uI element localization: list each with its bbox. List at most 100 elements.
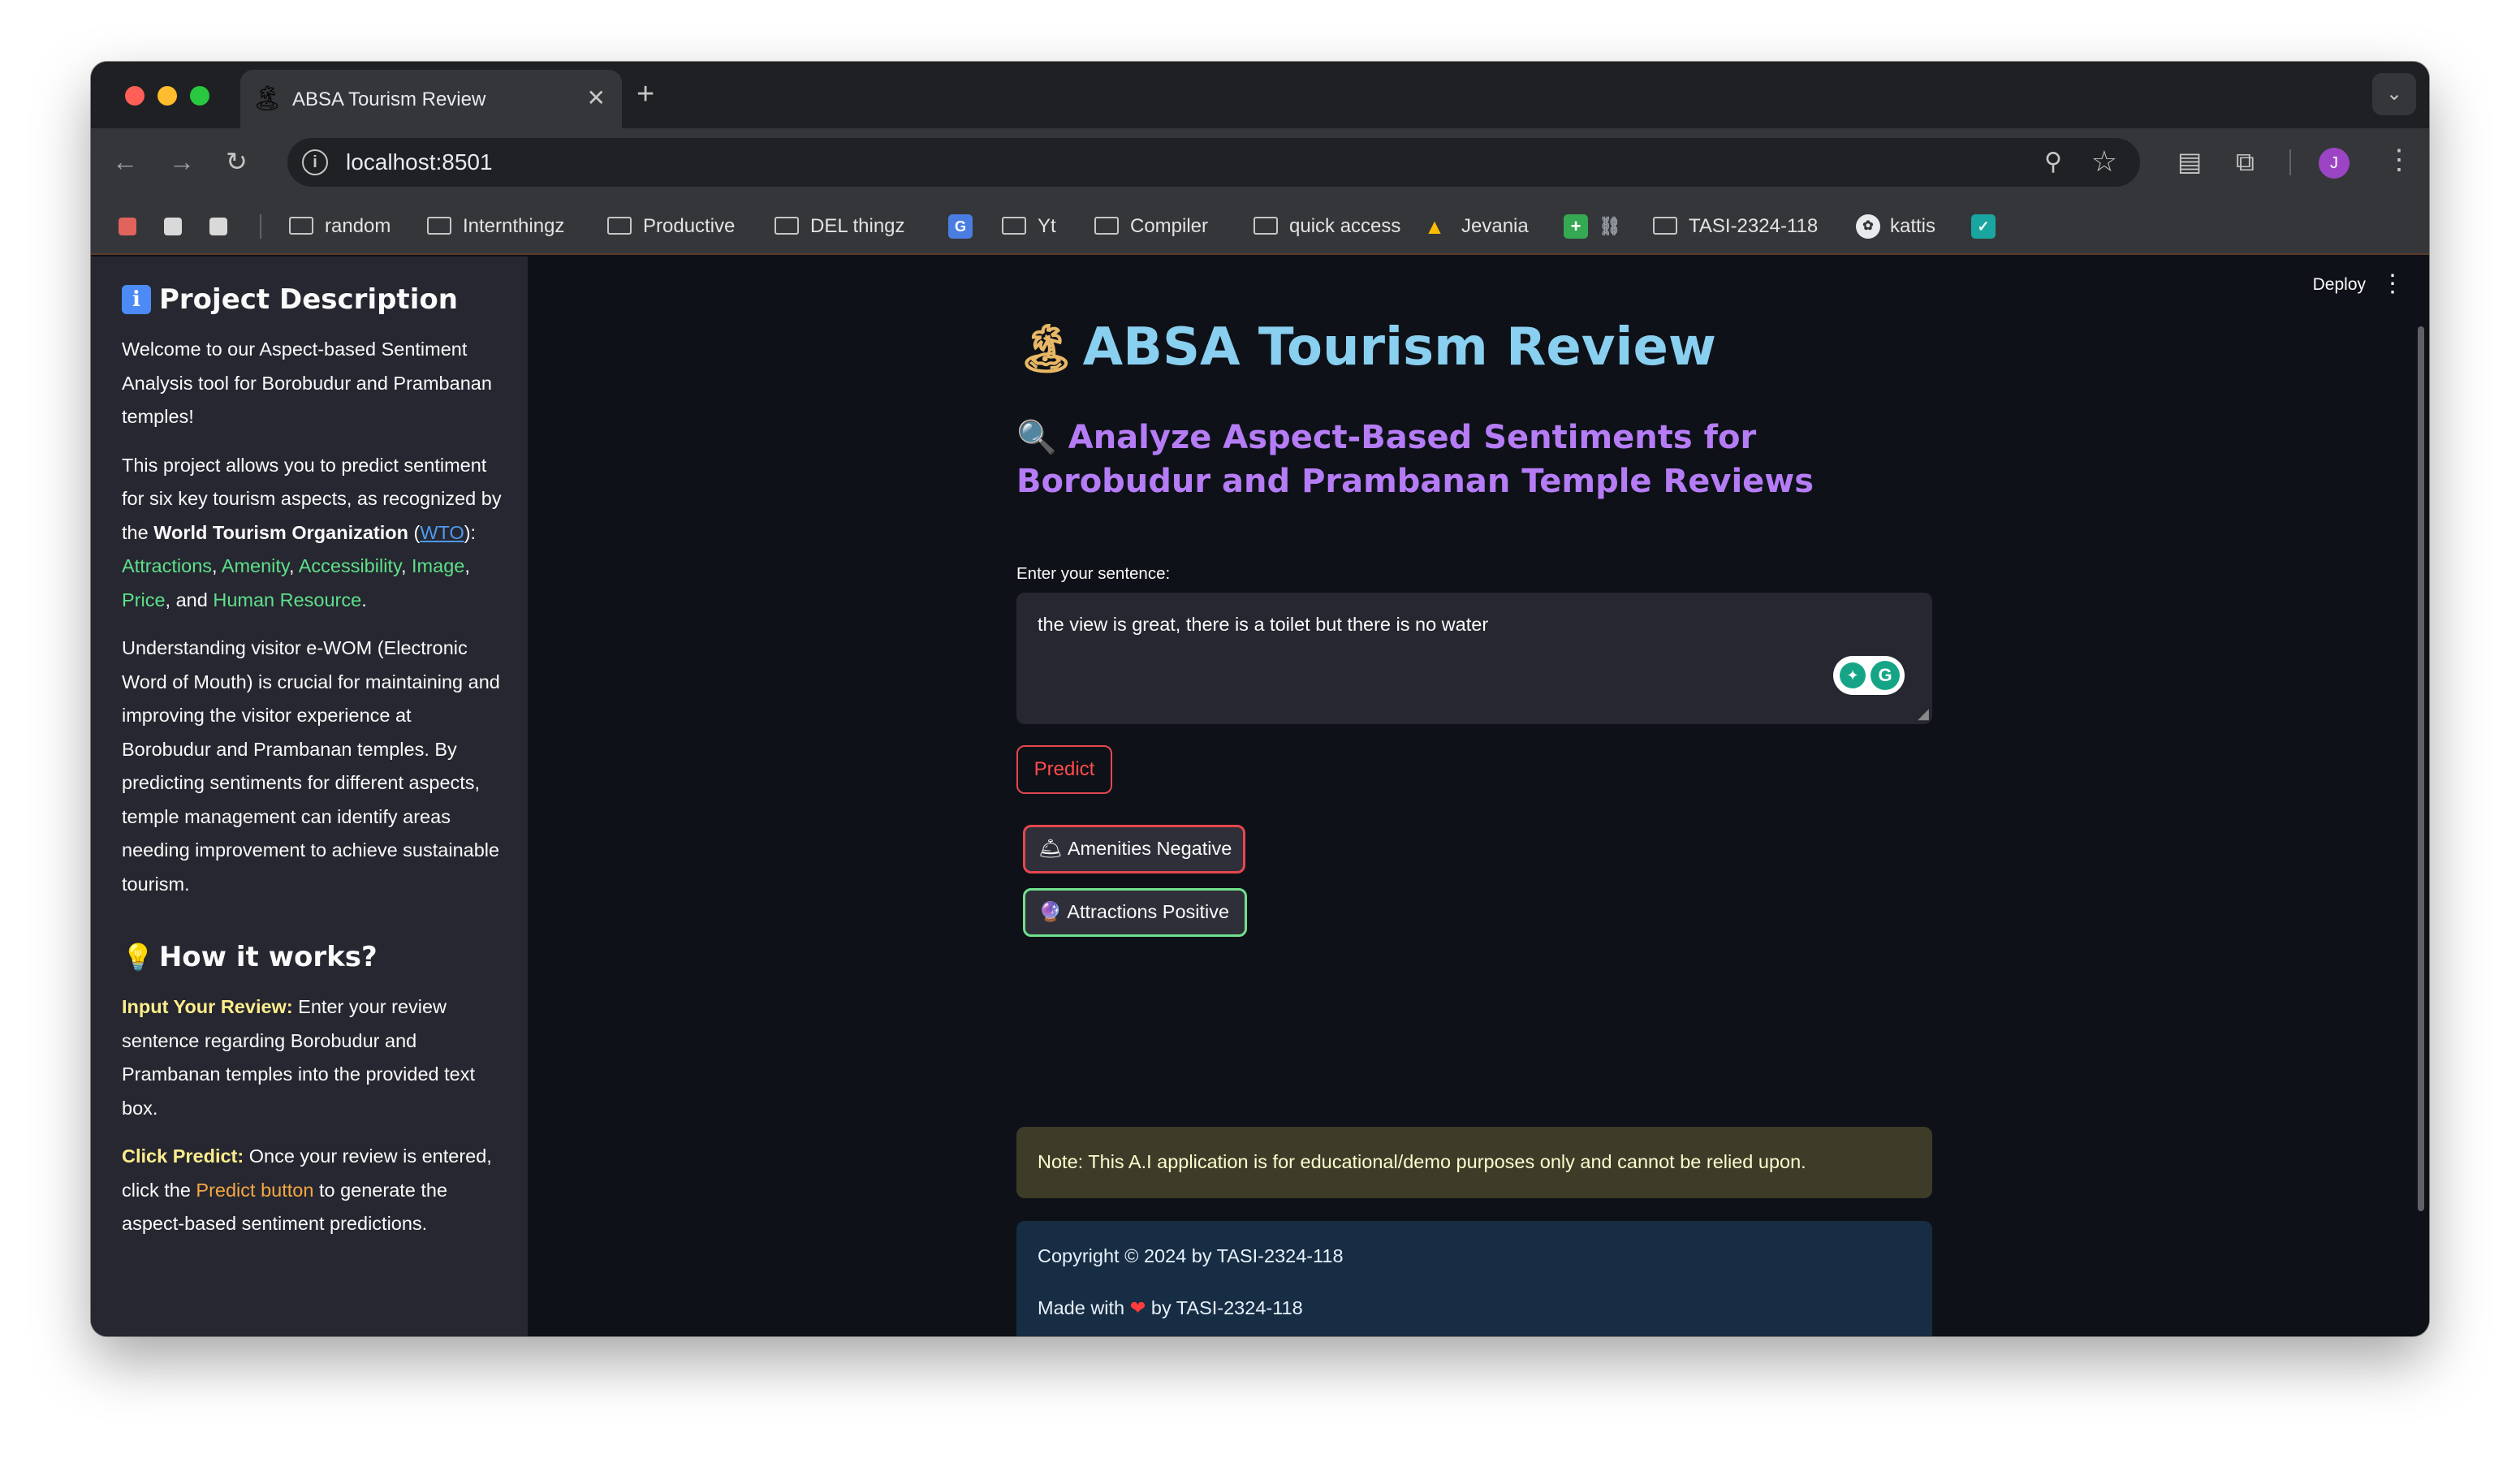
bookmark-app-icon-white[interactable] (164, 218, 182, 235)
bookmark-label: random (325, 215, 391, 237)
tab-search-button[interactable]: ⌄ (2372, 73, 2416, 115)
project-description-heading: i Project Description (122, 281, 503, 318)
bookmark-folder-productive[interactable]: Productive (607, 214, 735, 239)
intro-paragraph: Welcome to our Aspect-based Sentiment An… (122, 339, 492, 427)
google-drive-icon: ▲ (1424, 214, 1445, 239)
bookmark-label: Productive (643, 215, 736, 237)
reload-icon[interactable]: ↻ (226, 145, 248, 179)
bookmark-folder-tasi[interactable]: TASI-2324-118 (1653, 214, 1818, 239)
sentence-textarea[interactable]: the view is great, there is a toilet but… (1016, 593, 1932, 724)
result-label: Attractions Positive (1067, 901, 1230, 922)
lightbulb-icon: 💡 (122, 942, 154, 973)
magnifier-icon: 🔍 (1016, 419, 1057, 456)
predict-button-reference: Predict button (196, 1179, 314, 1201)
bookmark-app-icon-gray[interactable] (209, 218, 227, 235)
folder-icon (1254, 217, 1278, 235)
kattis-icon: ✿ (1856, 214, 1880, 239)
bookmark-label: DEL thingz (810, 215, 905, 237)
result-label: Amenities Negative (1067, 838, 1232, 859)
close-window-button[interactable] (125, 86, 145, 106)
bell-icon: 🛎 (1038, 838, 1063, 859)
heading-text: Project Description (159, 283, 458, 316)
made-with-line: Made with ❤ by TASI-2324-118 (1038, 1296, 1303, 1320)
predict-button[interactable]: Predict (1016, 745, 1112, 794)
site-info-icon[interactable]: i (302, 149, 328, 175)
step-input-review: Input Your Review: Enter your review sen… (122, 990, 503, 1125)
folder-icon (1094, 217, 1119, 235)
zoom-icon[interactable]: ⚲ (2044, 148, 2062, 177)
bookmark-divider (260, 214, 261, 239)
ewom-paragraph: Understanding visitor e-WOM (Electronic … (122, 637, 500, 895)
result-amenities-negative[interactable]: 🛎 Amenities Negative (1023, 825, 1245, 874)
aspects-paragraph: This project allows you to predict senti… (122, 454, 502, 610)
step-label: Click Predict: (122, 1145, 244, 1167)
bookmark-app-icon-red[interactable] (119, 218, 136, 235)
browser-toolbar: ← → ↻ i localhost:8501 ⚲ ☆ ▤ ⧉ J ⋮ (91, 128, 2429, 195)
extensions-icon[interactable]: ⧉ (2236, 145, 2255, 179)
address-bar[interactable]: i localhost:8501 ⚲ ☆ (287, 138, 2140, 187)
island-icon: 🏝 (252, 85, 283, 112)
browser-menu-icon[interactable]: ⋮ (2385, 143, 2413, 177)
disclaimer-note: Note: This A.I application is for educat… (1016, 1127, 1932, 1198)
reading-list-icon[interactable]: ▤ (2177, 145, 2202, 179)
result-attractions-positive[interactable]: 🔮 Attractions Positive (1023, 888, 1247, 937)
google-translate-icon[interactable]: G (948, 214, 973, 239)
page-subtitle: 🔍 Analyze Aspect-Based Sentiments for Bo… (1016, 416, 1932, 503)
bookmark-label: TASI-2324-118 (1689, 215, 1819, 237)
footer-info: Copyright © 2024 by TASI-2324-118 Made w… (1016, 1221, 1932, 1336)
code-editor-icon[interactable]: ✓ (1971, 214, 1996, 239)
page-scrollbar[interactable] (2418, 326, 2424, 1211)
aspect-image: Image (412, 555, 465, 576)
bookmark-folder-quick-access[interactable]: quick access (1254, 214, 1400, 239)
maximize-window-button[interactable] (190, 86, 209, 106)
made-by-text: by TASI-2324-118 (1146, 1297, 1303, 1318)
bookmark-folder-random[interactable]: random (289, 214, 391, 239)
heart-icon: ❤ (1129, 1297, 1146, 1318)
sentence-input-value[interactable]: the view is great, there is a toilet but… (1038, 612, 1488, 636)
link-icon[interactable]: ⛓ (1598, 214, 1622, 239)
tab-close-icon[interactable]: ✕ (587, 84, 606, 112)
bookmarks-bar: random Internthingz Productive DEL thing… (91, 195, 2429, 255)
disclaimer-text: Note: This A.I application is for educat… (1038, 1151, 1806, 1172)
copyright-text: Copyright © 2024 by TASI-2324-118 (1038, 1245, 1344, 1266)
aspect-human-resource: Human Resource (213, 589, 362, 610)
wto-org-text: World Tourism Organization (153, 521, 408, 543)
lightbulb-icon[interactable]: ✦ (1840, 662, 1866, 688)
aspect-price: Price (122, 589, 166, 610)
browser-tab-active[interactable]: 🏝 ABSA Tourism Review ✕ (240, 70, 622, 128)
app-menu-icon[interactable]: ⋮ (2380, 271, 2405, 297)
folder-icon (775, 217, 799, 235)
new-tab-button[interactable]: + (636, 76, 654, 112)
bookmark-label: kattis (1890, 215, 1936, 237)
page-title: 🏝 ABSA Tourism Review (1016, 315, 1716, 381)
wto-link[interactable]: WTO (420, 522, 464, 543)
streamlit-page: i Project Description Welcome to our Asp… (91, 257, 2429, 1336)
profile-avatar[interactable]: J (2319, 148, 2350, 179)
forward-icon[interactable]: → (169, 145, 195, 179)
bookmark-folder-del-thingz[interactable]: DEL thingz (775, 214, 905, 239)
back-icon[interactable]: ← (112, 145, 138, 179)
google-sheets-icon[interactable]: + (1564, 214, 1588, 239)
grammarly-widget[interactable]: ✦ G (1833, 656, 1905, 695)
bookmark-label: quick access (1289, 215, 1401, 237)
tab-strip: 🏝 ABSA Tourism Review ✕ + ⌄ (91, 62, 2429, 128)
bookmark-kattis[interactable]: kattis (1890, 214, 1935, 239)
bookmark-star-icon[interactable]: ☆ (2091, 145, 2117, 179)
minimize-window-button[interactable] (158, 86, 177, 106)
aspect-attractions: Attractions (122, 555, 213, 576)
bookmark-label: Yt (1038, 215, 1056, 237)
toolbar-divider (2289, 149, 2291, 175)
bookmark-jevania[interactable]: Jevania (1461, 214, 1529, 239)
url-text[interactable]: localhost:8501 (346, 149, 493, 175)
folder-icon (427, 217, 451, 235)
folder-icon (607, 217, 632, 235)
grammarly-icon[interactable]: G (1871, 661, 1900, 690)
bookmark-label: Internthingz (463, 215, 565, 237)
bookmark-folder-internthingz[interactable]: Internthingz (427, 214, 564, 239)
how-it-works-heading: 💡 How it works? (122, 938, 503, 976)
deploy-button[interactable]: Deploy (2313, 274, 2366, 295)
bookmark-folder-compiler[interactable]: Compiler (1094, 214, 1208, 239)
bookmark-folder-yt[interactable]: Yt (1002, 214, 1056, 239)
made-with-text: Made with (1038, 1297, 1130, 1318)
resize-handle-icon[interactable]: ◢ (1918, 706, 1929, 721)
